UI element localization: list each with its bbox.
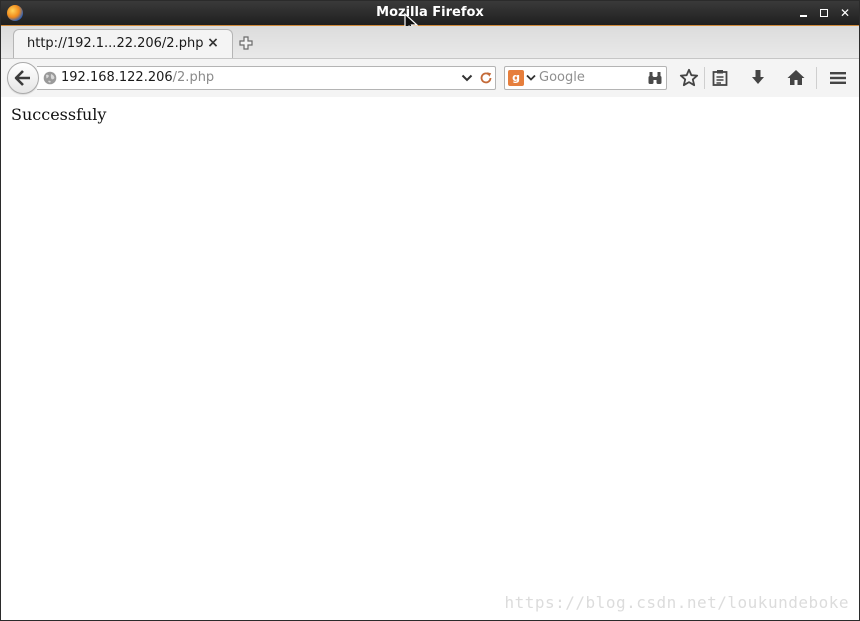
maximize-button[interactable] [816,5,832,21]
url-bar[interactable]: 192.168.122.206/2.php [37,66,496,90]
tab-label: http://192.1...22.206/2.php [27,36,204,51]
url-path: /2.php [172,70,215,85]
minimize-icon [799,15,807,17]
binoculars-search-icon[interactable] [647,70,663,86]
reload-icon[interactable] [479,71,493,85]
search-input[interactable] [539,69,643,86]
download-arrow-icon[interactable] [748,68,768,88]
reading-list-icon[interactable] [710,68,730,88]
maximize-icon [820,9,828,17]
globe-icon [43,71,57,85]
search-engine-icon[interactable]: g [508,70,524,86]
tab-active[interactable]: http://192.1...22.206/2.php × [13,29,233,59]
page-message: Successfuly [11,105,107,124]
minimize-button[interactable] [795,5,811,21]
star-icon[interactable] [679,68,699,88]
title-bar: Mozilla Firefox ✕ [1,1,859,26]
toolbar-separator [704,67,705,89]
browser-window: Mozilla Firefox ✕ http://192.1...22.206/… [0,0,860,621]
window-title: Mozilla Firefox [376,5,484,20]
new-tab-plus-icon[interactable] [237,34,255,52]
page-content: Successfuly https://blog.csdn.net/loukun… [1,97,859,620]
home-icon[interactable] [786,68,806,88]
url-domain: 192.168.122.206 [61,70,173,85]
search-bar[interactable]: g [504,66,667,90]
back-button[interactable] [7,62,39,94]
tab-close-button[interactable]: × [206,35,220,51]
toolbar-separator [816,67,817,89]
tab-strip: http://192.1...22.206/2.php × [1,26,859,59]
url-text[interactable]: 192.168.122.206/2.php [61,70,214,85]
hamburger-menu-icon[interactable] [828,68,848,88]
chevron-down-icon[interactable] [461,73,473,83]
back-arrow-icon [14,70,30,86]
engine-dropdown-chevron-icon[interactable] [526,74,536,82]
watermark-text: https://blog.csdn.net/loukundeboke [504,593,849,612]
navigation-toolbar: 192.168.122.206/2.php g [1,58,859,98]
close-window-button[interactable]: ✕ [837,5,853,21]
